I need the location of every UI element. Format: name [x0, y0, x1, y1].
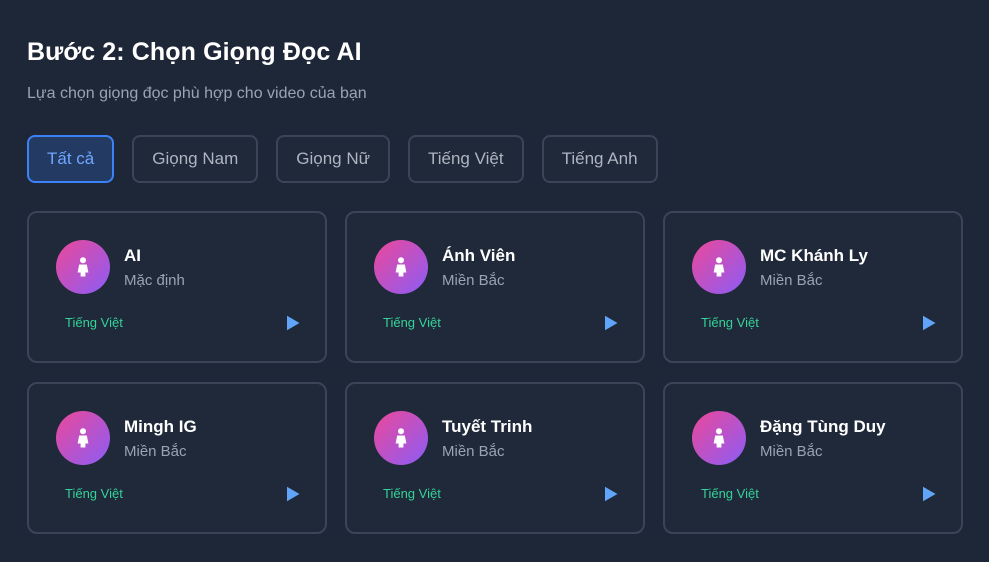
person-icon	[692, 240, 746, 294]
voice-name: Đặng Tùng Duy	[760, 417, 886, 436]
voice-language: Tiếng Việt	[383, 486, 441, 501]
page-title: Bước 2: Chọn Giọng Đọc AI	[27, 38, 362, 66]
voice-card[interactable]: Đặng Tùng Duy Miền Bắc Tiếng Việt	[663, 382, 963, 534]
voice-card[interactable]: Tuyết Trinh Miền Bắc Tiếng Việt	[345, 382, 645, 534]
filter-english-button[interactable]: Tiếng Anh	[541, 135, 658, 183]
voice-language: Tiếng Việt	[65, 486, 123, 501]
play-icon[interactable]	[282, 483, 304, 505]
play-icon[interactable]	[600, 312, 622, 334]
voice-language: Tiếng Việt	[65, 315, 123, 330]
voice-region: Miền Bắc	[442, 272, 505, 289]
person-icon	[56, 240, 110, 294]
page-subtitle: Lựa chọn giọng đọc phù hợp cho video của…	[27, 85, 367, 102]
filter-bar: Tất cả Giọng Nam Giọng Nữ Tiếng Việt Tiế…	[27, 135, 658, 183]
person-icon	[56, 411, 110, 465]
voice-name: Ánh Viên	[442, 246, 516, 265]
voice-card[interactable]: Mingh IG Miền Bắc Tiếng Việt	[27, 382, 327, 534]
voice-name: Tuyết Trinh	[442, 417, 533, 436]
filter-female-button[interactable]: Giọng Nữ	[276, 135, 390, 183]
voice-region: Miền Bắc	[760, 272, 823, 289]
voice-name: AI	[124, 246, 141, 265]
person-icon	[374, 240, 428, 294]
person-icon	[374, 411, 428, 465]
voice-language: Tiếng Việt	[701, 315, 759, 330]
play-icon[interactable]	[918, 312, 940, 334]
voice-region: Miền Bắc	[442, 443, 505, 460]
voice-selection-page: Bước 2: Chọn Giọng Đọc AI Lựa chọn giọng…	[0, 0, 989, 562]
voice-language: Tiếng Việt	[701, 486, 759, 501]
voice-name: MC Khánh Ly	[760, 246, 868, 265]
play-icon[interactable]	[918, 483, 940, 505]
voice-region: Miền Bắc	[760, 443, 823, 460]
filter-all-button[interactable]: Tất cả	[27, 135, 115, 183]
voice-grid: AI Mặc định Tiếng Việt Ánh Viên Miền Bắc…	[27, 211, 963, 534]
voice-card[interactable]: MC Khánh Ly Miền Bắc Tiếng Việt	[663, 211, 963, 363]
voice-region: Mặc định	[124, 272, 185, 289]
voice-card[interactable]: AI Mặc định Tiếng Việt	[27, 211, 327, 363]
voice-card[interactable]: Ánh Viên Miền Bắc Tiếng Việt	[345, 211, 645, 363]
voice-region: Miền Bắc	[124, 443, 187, 460]
person-icon	[692, 411, 746, 465]
voice-language: Tiếng Việt	[383, 315, 441, 330]
filter-male-button[interactable]: Giọng Nam	[132, 135, 259, 183]
play-icon[interactable]	[600, 483, 622, 505]
play-icon[interactable]	[282, 312, 304, 334]
voice-name: Mingh IG	[124, 417, 197, 436]
filter-vietnamese-button[interactable]: Tiếng Việt	[407, 135, 524, 183]
